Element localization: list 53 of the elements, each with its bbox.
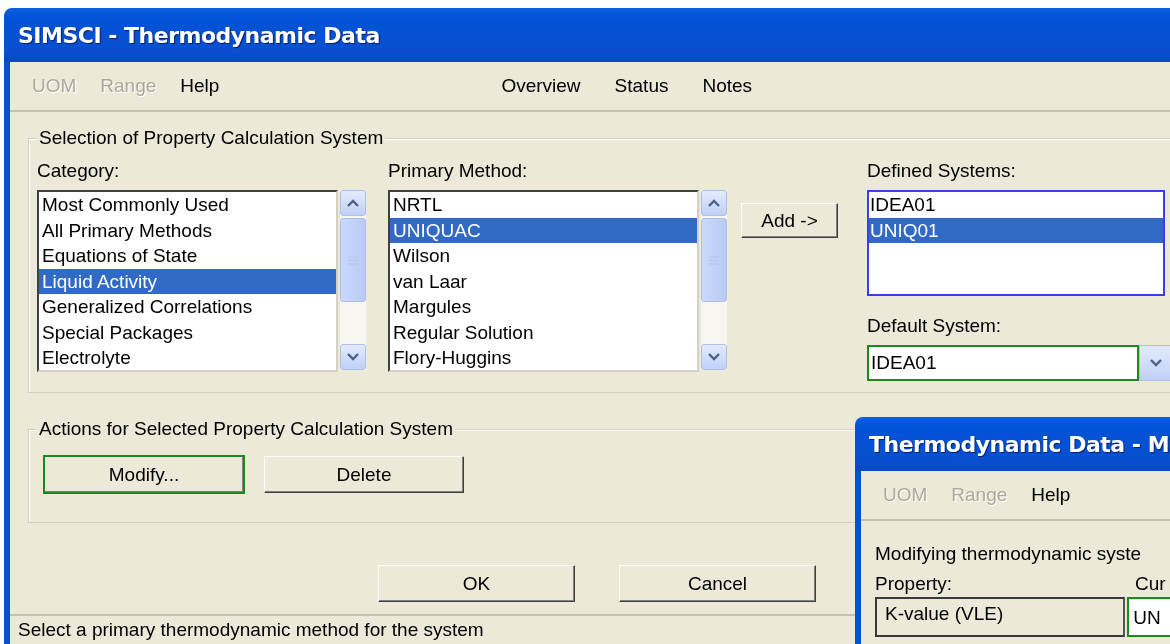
- scrollbar-thumb[interactable]: [340, 218, 366, 302]
- list-item[interactable]: Regular Solution: [390, 319, 697, 345]
- prompt-text: Modifying thermodynamic syste: [875, 543, 1142, 564]
- list-item[interactable]: NRTL: [390, 192, 697, 218]
- list-box[interactable]: Most Commonly Used All Primary Methods Equations of State Liquid Activity Generalized Correlations Special Packages Electrolyte: [37, 190, 338, 372]
- chevron-down-icon: [347, 353, 359, 361]
- list-box[interactable]: NRTL UNIQUAC Wilson van Laar Margules Regular Solution Flory-Huggins: [388, 190, 699, 372]
- menu-item[interactable]: Overview: [484, 75, 598, 97]
- scroll-down-button[interactable]: [701, 344, 727, 370]
- dialog-button[interactable]: Cancel: [619, 565, 816, 602]
- list-item[interactable]: IDEA01: [869, 192, 1163, 218]
- scroll-up-button[interactable]: [701, 190, 727, 216]
- field-label: Default System:: [867, 315, 1002, 336]
- chevron-down-icon: [708, 353, 720, 361]
- list-item[interactable]: Electrolyte: [39, 345, 336, 370]
- list-item[interactable]: Special Packages: [39, 319, 336, 345]
- list-item[interactable]: Generalized Correlations: [39, 294, 336, 320]
- list-item[interactable]: UNIQ01: [869, 217, 1163, 243]
- scroll-up-button[interactable]: [340, 190, 366, 216]
- scrollbar-thumb[interactable]: [701, 218, 727, 302]
- current-value-field[interactable]: UN: [1127, 597, 1170, 637]
- list-item[interactable]: Flory-Huggins: [390, 345, 697, 370]
- list-item[interactable]: Equations of State: [39, 243, 336, 269]
- list-item[interactable]: Wilson: [390, 243, 697, 269]
- chevron-up-icon: [347, 199, 359, 207]
- list-item[interactable]: Liquid Activity: [39, 268, 336, 294]
- column-label: Cur: [1135, 573, 1166, 595]
- field-label: Category:: [37, 160, 120, 181]
- window-title: Thermodynamic Data - M: [855, 417, 1170, 471]
- list-box[interactable]: IDEA01 UNIQ01: [867, 190, 1165, 296]
- scrollbar[interactable]: [701, 190, 727, 370]
- action-button[interactable]: Modify...: [44, 456, 244, 493]
- field-label: Defined Systems:: [867, 160, 1016, 181]
- list-item[interactable]: van Laar: [390, 268, 697, 294]
- list-item[interactable]: All Primary Methods: [39, 217, 336, 243]
- property-field: K-value (VLE): [875, 597, 1126, 637]
- menu-item[interactable]: Status: [597, 75, 686, 97]
- dialog-button[interactable]: OK: [378, 565, 575, 602]
- menu-item[interactable]: Notes: [685, 75, 770, 97]
- scrollbar[interactable]: [340, 190, 366, 370]
- menu-item[interactable]: Help: [1019, 484, 1083, 506]
- field-label: Primary Method:: [388, 160, 528, 181]
- chevron-up-icon: [708, 199, 720, 207]
- action-button[interactable]: Delete: [264, 456, 464, 493]
- column-label: Property:: [875, 573, 953, 594]
- chevron-down-icon: [1150, 359, 1162, 367]
- list-item[interactable]: UNIQUAC: [390, 217, 697, 243]
- list-item[interactable]: Most Commonly Used: [39, 192, 336, 218]
- menu-item[interactable]: Help: [168, 75, 232, 97]
- add-button[interactable]: Add ->: [741, 203, 838, 238]
- list-item[interactable]: Margules: [390, 294, 697, 320]
- scroll-down-button[interactable]: [340, 344, 366, 370]
- window-title: SIMSCI - Thermodynamic Data: [4, 8, 1170, 62]
